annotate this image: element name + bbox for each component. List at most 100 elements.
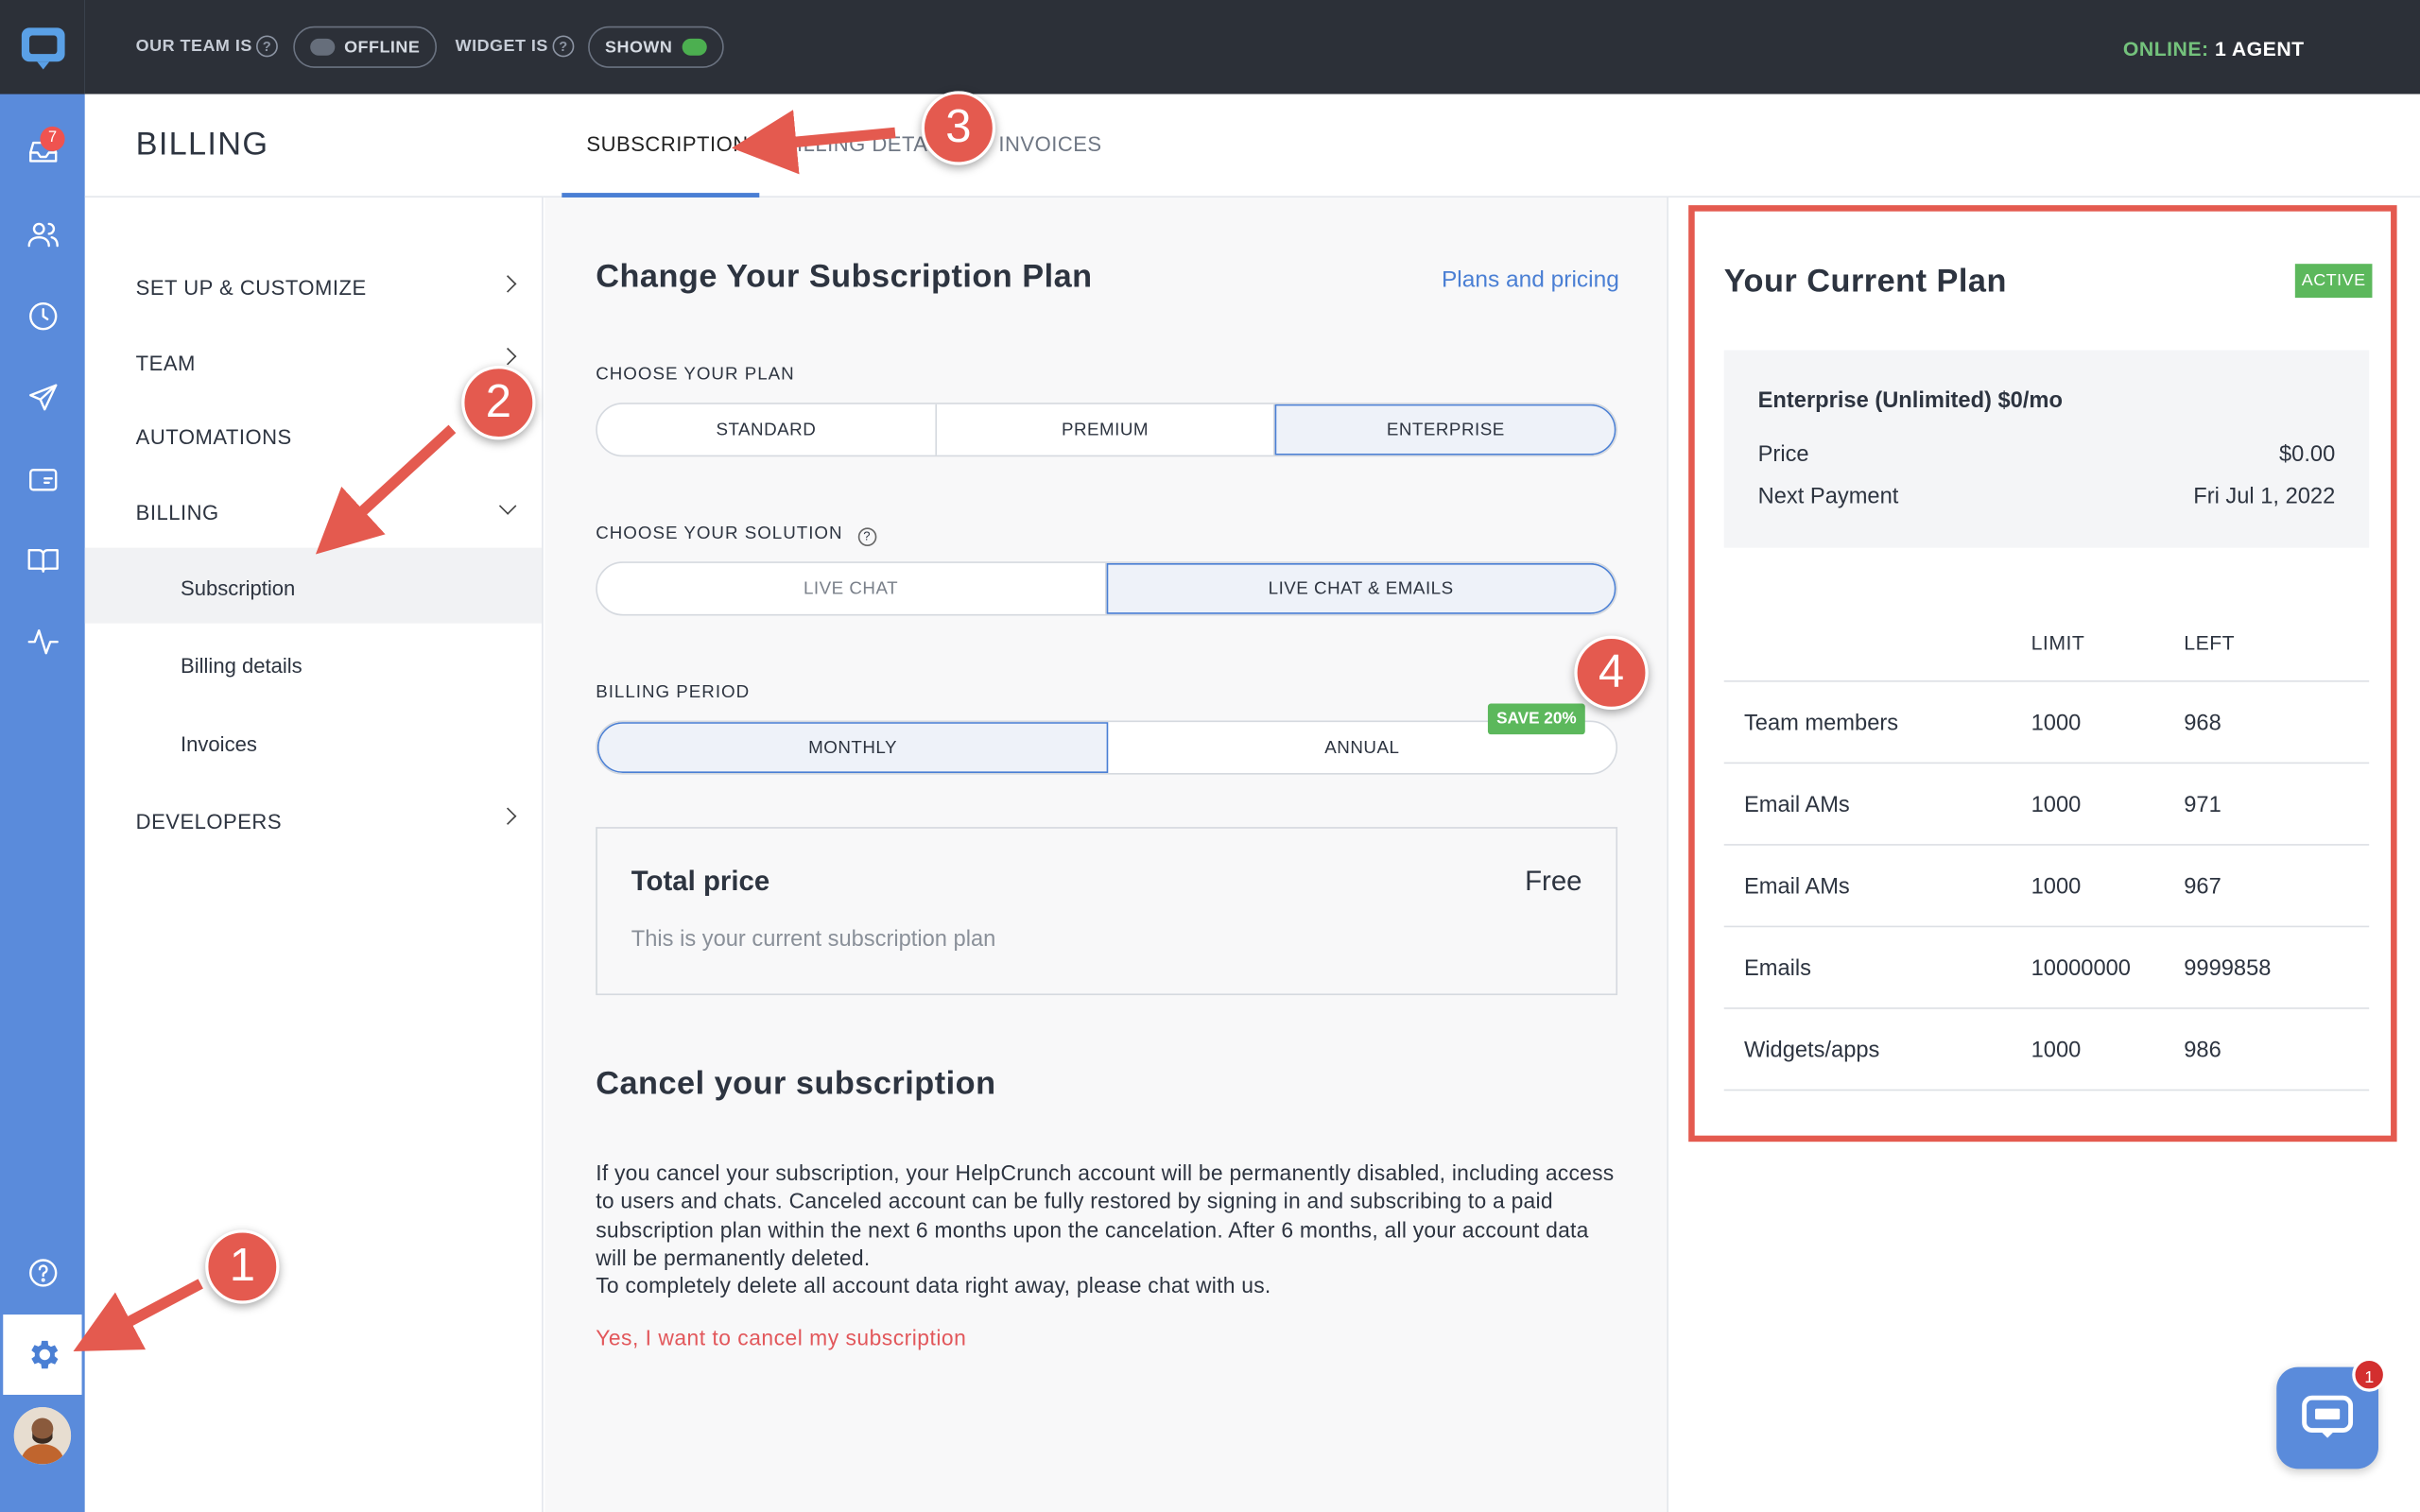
nav-item-team[interactable]: TEAM <box>136 352 196 374</box>
total-price-box: Total price Free This is your current su… <box>596 827 1618 996</box>
limit-name: Emails <box>1743 956 1811 982</box>
limit-value: 1000 <box>2031 793 2082 818</box>
choose-plan-label: CHOOSE YOUR PLAN <box>596 365 795 385</box>
limit-value: 1000 <box>2031 1038 2082 1063</box>
next-payment-value: Fri Jul 1, 2022 <box>2193 484 2336 509</box>
widget-help-icon[interactable]: ? <box>552 35 575 58</box>
solution-selector: LIVE CHAT LIVE CHAT & EMAILS <box>596 561 1618 616</box>
total-price-value: Free <box>1525 865 1582 897</box>
annotation-3: 3 <box>921 91 996 165</box>
nav-item-developers[interactable]: DEVELOPERS <box>136 810 282 833</box>
save-badge: SAVE 20% <box>1487 703 1585 735</box>
page-header: BILLING SUBSCRIPTION BILLING DETAILS INV… <box>84 94 2420 198</box>
left-value: 986 <box>2184 1038 2221 1063</box>
online-prefix: ONLINE: <box>2122 37 2209 60</box>
current-plan-title: Your Current Plan <box>1723 264 2007 300</box>
history-icon[interactable] <box>0 278 85 355</box>
divider <box>1723 925 2370 928</box>
limit-header: LIMIT <box>2031 630 2085 655</box>
nav-item-automations[interactable]: AUTOMATIONS <box>136 426 292 449</box>
toggle-knob <box>682 38 707 56</box>
avatar-image <box>13 1407 72 1465</box>
gear-icon <box>30 1340 58 1369</box>
nav-item-setup[interactable]: SET UP & CUSTOMIZE <box>136 276 367 299</box>
status-badge: ACTIVE <box>2294 264 2373 299</box>
helpcrunch-logo[interactable] <box>0 0 85 94</box>
cancel-subscription-link[interactable]: Yes, I want to cancel my subscription <box>596 1325 966 1349</box>
plan-option-enterprise[interactable]: ENTERPRISE <box>1275 404 1616 455</box>
widget-status-label: WIDGET IS <box>455 37 548 56</box>
online-value: 1 AGENT <box>2214 37 2305 60</box>
nav-sub-subscription[interactable]: Subscription <box>181 577 295 600</box>
online-agents: ONLINE: 1 AGENT <box>2123 37 2305 60</box>
settings-button[interactable] <box>3 1314 82 1395</box>
widget-icon[interactable] <box>0 441 85 519</box>
page-title: BILLING <box>135 126 269 163</box>
annotation-1: 1 <box>205 1229 280 1304</box>
inbox-icon[interactable] <box>0 112 85 190</box>
team-help-icon[interactable]: ? <box>256 35 278 58</box>
limit-name: Widgets/apps <box>1743 1038 1880 1063</box>
chevron-right-icon <box>498 275 517 293</box>
divider <box>1723 1007 2370 1009</box>
nav-sub-invoices[interactable]: Invoices <box>181 733 257 756</box>
solution-option-live-chat[interactable]: LIVE CHAT <box>597 562 1106 614</box>
plan-price-row: Price $0.00 <box>1758 443 2336 468</box>
chevron-down-icon <box>498 497 517 515</box>
choose-solution-label: CHOOSE YOUR SOLUTION ? <box>596 524 877 546</box>
team-status-label: OUR TEAM IS <box>135 37 252 56</box>
billing-period-selector: MONTHLY ANNUAL <box>596 720 1618 775</box>
activity-icon[interactable] <box>0 603 85 680</box>
nav-sub-billing-details[interactable]: Billing details <box>181 654 302 677</box>
nav-active-highlight <box>84 547 543 624</box>
contacts-icon[interactable] <box>0 196 85 273</box>
next-payment-label: Next Payment <box>1757 484 1899 509</box>
limit-name: Email AMs <box>1743 793 1850 818</box>
limit-name: Team members <box>1743 711 1899 736</box>
cancel-text-1: If you cancel your subscription, your He… <box>596 1160 1615 1270</box>
chevron-right-icon <box>498 347 517 366</box>
nav-item-billing[interactable]: BILLING <box>136 502 219 524</box>
plan-option-standard[interactable]: STANDARD <box>597 404 937 455</box>
inbox-badge: 7 <box>40 126 65 152</box>
widget-status-value: SHOWN <box>605 38 673 57</box>
choose-solution-text: CHOOSE YOUR SOLUTION <box>596 524 843 543</box>
plan-selector: STANDARD PREMIUM ENTERPRISE <box>596 403 1618 457</box>
chat-icon <box>2302 1395 2354 1438</box>
avatar[interactable] <box>13 1407 72 1465</box>
annotation-4: 4 <box>1574 635 1649 711</box>
left-rail: 7 <box>0 0 85 1512</box>
cancel-title: Cancel your subscription <box>596 1066 996 1102</box>
app-window: 7 OUR TEAM IS ? OFFLINE WIDGET IS ? SHOW… <box>0 0 2420 1512</box>
team-status-value: OFFLINE <box>344 38 421 57</box>
total-price-subtitle: This is your current subscription plan <box>631 927 996 953</box>
widget-status-toggle[interactable]: SHOWN <box>588 26 724 68</box>
send-icon[interactable] <box>0 359 85 437</box>
divider <box>1723 762 2370 765</box>
plans-pricing-link[interactable]: Plans and pricing <box>1442 266 1619 293</box>
divider <box>1723 680 2370 682</box>
limit-name: Email AMs <box>1743 874 1850 900</box>
help-icon[interactable] <box>0 1234 85 1312</box>
logo-icon <box>21 26 64 69</box>
team-status-toggle[interactable]: OFFLINE <box>293 26 438 68</box>
toggle-knob <box>310 38 336 56</box>
tab-invoices[interactable]: INVOICES <box>998 132 1101 155</box>
plan-option-premium[interactable]: PREMIUM <box>937 404 1276 455</box>
total-price-label: Total price <box>631 865 770 897</box>
price-label: Price <box>1757 442 1809 468</box>
tab-subscription[interactable]: SUBSCRIPTION <box>586 132 748 155</box>
left-header: LEFT <box>2184 630 2236 655</box>
solution-option-live-chat-emails[interactable]: LIVE CHAT & EMAILS <box>1105 562 1616 614</box>
cancel-description: If you cancel your subscription, your He… <box>596 1159 1615 1299</box>
annotation-2: 2 <box>461 365 536 440</box>
billing-period-label: BILLING PERIOD <box>596 683 751 702</box>
period-option-monthly[interactable]: MONTHLY <box>596 722 1109 773</box>
plan-name: Enterprise (Unlimited) $0/mo <box>1757 388 2063 414</box>
left-value: 971 <box>2184 793 2221 818</box>
chat-badge: 1 <box>2352 1357 2387 1392</box>
chevron-right-icon <box>498 807 517 825</box>
solution-help-icon[interactable]: ? <box>857 527 877 546</box>
limit-value: 1000 <box>2031 874 2082 900</box>
book-icon[interactable] <box>0 522 85 599</box>
